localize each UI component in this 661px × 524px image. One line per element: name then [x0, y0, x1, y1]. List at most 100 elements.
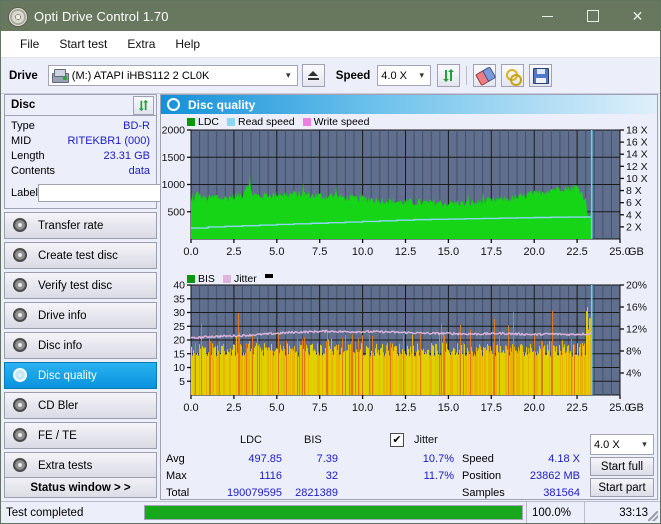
- check-icon: ✔: [392, 433, 402, 446]
- disc-row-length-value: 23.31 GB: [103, 150, 150, 162]
- resize-grip[interactable]: [648, 511, 658, 521]
- axis-tick-label: 16 X: [626, 137, 648, 149]
- axis-tick-label: 4 X: [626, 209, 642, 221]
- stats-row-max: Max: [166, 470, 187, 482]
- axis-tick-label: 22.5: [566, 246, 587, 258]
- sidebar-item-disc-quality[interactable]: Disc quality: [4, 362, 157, 389]
- legend-item: LDC: [187, 116, 219, 128]
- stats-row-avg: Avg: [166, 453, 185, 465]
- save-button[interactable]: [529, 64, 553, 87]
- settings-button[interactable]: [501, 64, 525, 87]
- window-title: Opti Drive Control 1.70: [34, 8, 169, 24]
- close-button[interactable]: ✕: [615, 1, 660, 31]
- axis-tick-label: 18 X: [626, 125, 648, 137]
- sidebar-item-drive-info[interactable]: Drive info: [4, 302, 157, 329]
- disc-icon: [13, 307, 29, 324]
- main-panel-header: Disc quality: [161, 95, 657, 114]
- status-window-button[interactable]: Status window > >: [4, 477, 157, 498]
- sidebar-item-label: CD Bler: [38, 399, 79, 412]
- disc-icon: [13, 277, 29, 294]
- axis-tick-label: 22.5: [566, 402, 587, 414]
- axis-tick-label: 10 X: [626, 173, 648, 185]
- eject-button[interactable]: [301, 64, 325, 87]
- disc-refresh-button[interactable]: [133, 95, 154, 115]
- erase-button[interactable]: [473, 64, 497, 87]
- axis-tick-label: 1000: [162, 179, 186, 191]
- legend-label: Jitter: [233, 273, 257, 285]
- bis-chart-svg: 40353025201510520%16%12%8%4%0.0 2.5 5.0 7.5…: [173, 280, 647, 415]
- disc-label-row: Label: [11, 182, 241, 203]
- sidebar-item-transfer-rate[interactable]: Transfer rate: [4, 212, 157, 239]
- maximize-button[interactable]: [570, 1, 615, 31]
- axis-tick-label: 20%: [626, 280, 647, 292]
- legend-item: Write speed: [302, 116, 370, 128]
- stats-samples-label: Samples: [462, 487, 505, 499]
- stats-row-total: Total: [166, 487, 190, 499]
- refresh-icon: [138, 99, 149, 111]
- disc-row-type: Type BD-R: [11, 119, 150, 134]
- axis-tick-label: 500: [167, 206, 185, 218]
- app-window: Opti Drive Control 1.70 ✕ File Start tes…: [0, 0, 661, 524]
- refresh-button[interactable]: [437, 64, 461, 87]
- jitter-checkbox[interactable]: ✔: [390, 433, 404, 447]
- axis-tick-label: 8 X: [626, 185, 642, 197]
- menu-extra[interactable]: Extra: [117, 34, 165, 54]
- disc-icon: [13, 457, 29, 474]
- sidebar-item-label: Transfer rate: [38, 219, 104, 232]
- minimize-button[interactable]: [525, 1, 570, 31]
- axis-tick-label: 0.0: [183, 402, 198, 414]
- disc-row-contents-key: Contents: [11, 165, 56, 177]
- stats-avg-ldc: 497.85: [248, 453, 282, 465]
- start-part-button[interactable]: Start part: [590, 478, 654, 497]
- menu-help[interactable]: Help: [165, 34, 210, 54]
- stats-col-bis: BIS: [304, 434, 322, 446]
- axis-tick-label: 5.0: [269, 402, 284, 414]
- disc-row-mid: MID RITEKBR1 (000): [11, 134, 150, 149]
- disc-icon: [13, 397, 29, 414]
- disc-row-length-key: Length: [11, 150, 45, 162]
- axis-tick-label: 20: [173, 335, 185, 347]
- legend-label: Read speed: [238, 116, 295, 128]
- axis-tick-label: 40: [173, 280, 185, 292]
- axis-tick-label: 12.5: [395, 246, 416, 258]
- title-bar: Opti Drive Control 1.70 ✕: [1, 1, 660, 31]
- axis-tick-label: 25: [173, 321, 185, 333]
- sidebar-item-extra-tests[interactable]: Extra tests: [4, 452, 157, 479]
- legend-label: Write speed: [313, 116, 370, 128]
- disc-row-contents: Contents data: [11, 164, 150, 179]
- stats-samples-value: 381564: [543, 487, 580, 499]
- progress-percent: 100.0%: [526, 502, 584, 523]
- drive-toolbar: Drive (M:) ATAPI iHBS112 2 CL0K ▾ Speed …: [1, 58, 660, 94]
- stats-speed-value: 4.18 X: [548, 453, 580, 465]
- axis-tick-label: 20.0: [523, 246, 544, 258]
- stats-position-value: 23862 MB: [529, 470, 580, 482]
- stats-panel: LDC BIS Avg Max Total 497.85 1116 190079…: [162, 430, 656, 499]
- start-full-button[interactable]: Start full: [590, 457, 654, 476]
- menu-bar: File Start test Extra Help: [1, 31, 660, 58]
- sidebar-item-label: Extra tests: [38, 459, 93, 472]
- sidebar-item-create-test-disc[interactable]: Create test disc: [4, 242, 157, 269]
- disc-row-mid-value: RITEKBR1 (000): [67, 135, 150, 147]
- bis-chart: BIS Jitter 40 35 30 25 20 15 10 5 20% 16% 12% 8% 4% 0.…: [161, 271, 657, 431]
- sidebar: Disc Type BD-R MID RITEKBR1 (000) Length…: [4, 94, 241, 500]
- eject-icon: [307, 71, 319, 80]
- speed-select[interactable]: 4.0 X ▾: [377, 65, 432, 86]
- axis-tick-label: 8%: [626, 346, 641, 358]
- axis-tick-label: 2000: [162, 125, 186, 137]
- menu-start-test[interactable]: Start test: [49, 34, 117, 54]
- sidebar-item-verify-test-disc[interactable]: Verify test disc: [4, 272, 157, 299]
- drive-select[interactable]: (M:) ATAPI iHBS112 2 CL0K ▾: [47, 65, 298, 86]
- axis-tick-label: 2.5: [226, 402, 241, 414]
- sidebar-item-disc-info[interactable]: Disc info: [4, 332, 157, 359]
- main-panel: Disc quality LDC Read speed Write speed 20…: [160, 94, 658, 500]
- axis-tick-label: 12 X: [626, 161, 648, 173]
- disc-icon: [13, 427, 29, 444]
- chevron-down-icon: ▾: [419, 70, 425, 80]
- axis-tick-label: 2 X: [626, 221, 642, 233]
- sidebar-item-label: Disc quality: [38, 369, 97, 382]
- menu-file[interactable]: File: [10, 34, 49, 54]
- toolbar-divider: [466, 66, 468, 85]
- sidebar-item-cd-bler[interactable]: CD Bler: [4, 392, 157, 419]
- sidebar-item-fe-te[interactable]: FE / TE: [4, 422, 157, 449]
- test-speed-select[interactable]: 4.0 X ▾: [590, 434, 654, 455]
